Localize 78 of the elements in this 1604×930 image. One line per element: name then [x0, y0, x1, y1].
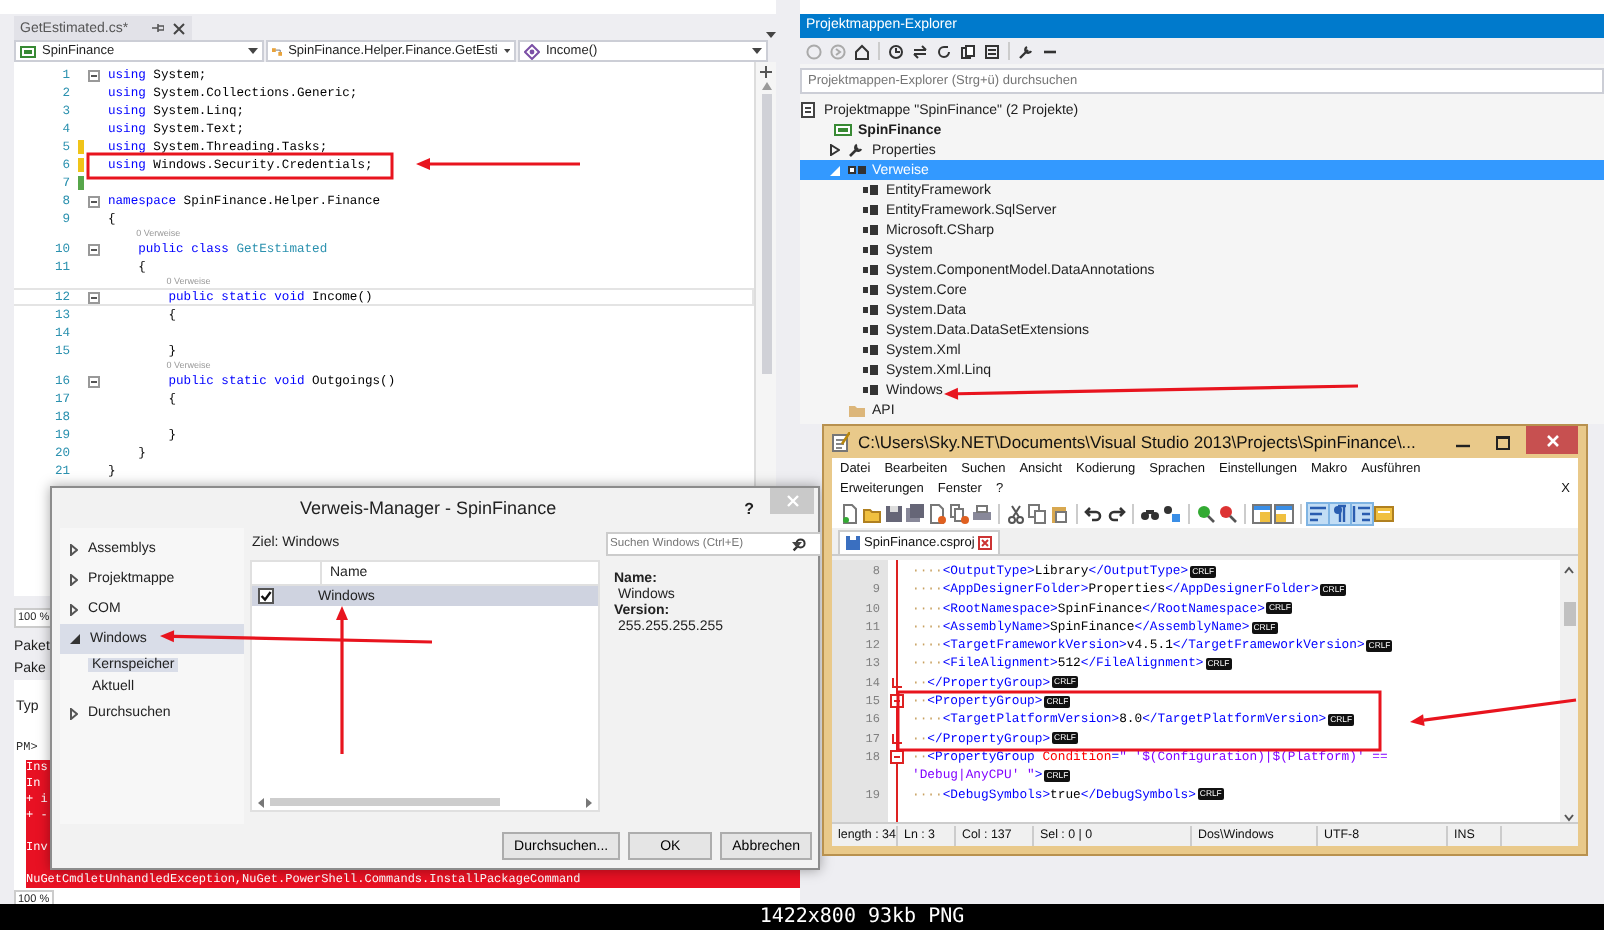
expanded-icon[interactable] [70, 634, 80, 644]
scrollbar-thumb[interactable] [1563, 602, 1575, 626]
close-icon[interactable] [172, 21, 187, 35]
reference-icon [862, 362, 880, 378]
split-icon[interactable] [760, 66, 772, 78]
reference-icon [862, 302, 880, 318]
expand-icon[interactable] [70, 573, 78, 585]
floppy-icon [846, 536, 860, 550]
collapse-icon[interactable] [88, 243, 100, 255]
scroll-left-icon[interactable] [258, 797, 264, 807]
close-files-icon[interactable] [950, 503, 970, 523]
pin-icon[interactable] [152, 22, 165, 34]
word-wrap-icon[interactable] [1308, 503, 1328, 523]
sync-horizontal-icon[interactable] [1274, 503, 1294, 523]
reference-icon [862, 222, 880, 238]
project-icon [834, 122, 852, 138]
new-file-icon[interactable] [840, 503, 860, 523]
document-map-icon[interactable] [1374, 503, 1394, 523]
copy-icon[interactable] [960, 43, 976, 59]
floppy-icon[interactable] [884, 503, 904, 523]
help-button[interactable]: ? [744, 499, 754, 517]
reference-icon [862, 182, 880, 198]
collapse-icon[interactable] [88, 291, 100, 303]
scroll-up-icon[interactable] [1564, 566, 1574, 574]
dialog-title: Verweis-Manager - SpinFinance [298, 498, 559, 518]
checkbox[interactable] [258, 588, 274, 604]
reference-icon [862, 322, 880, 338]
zoom-in-icon[interactable] [1196, 503, 1216, 523]
home-icon[interactable] [854, 43, 870, 59]
collapse-icon[interactable] [88, 195, 100, 207]
maximize-icon [1495, 435, 1509, 449]
clock-icon[interactable] [888, 43, 904, 59]
reference-icon [862, 382, 880, 398]
floppy-stack-icon[interactable] [906, 503, 926, 523]
expand-icon[interactable] [70, 543, 78, 555]
reference-icon [862, 242, 880, 258]
printer-icon[interactable] [972, 503, 992, 523]
scrollbar-thumb[interactable] [761, 94, 771, 374]
sync-icon[interactable] [912, 43, 928, 59]
find-replace-icon[interactable] [1162, 503, 1182, 523]
redo-icon[interactable] [1106, 503, 1126, 523]
reference-icon [862, 342, 880, 358]
show-files-icon[interactable] [984, 43, 1000, 59]
reference-icon [862, 202, 880, 218]
scroll-down-icon[interactable] [1564, 814, 1574, 822]
image-caption: 1422x800 93kb PNG [759, 906, 965, 928]
search-icon[interactable] [792, 537, 806, 551]
wrench-icon [848, 142, 866, 158]
expand-icon[interactable] [70, 707, 78, 719]
folder-icon[interactable] [862, 503, 882, 523]
expand-icon[interactable] [70, 603, 78, 615]
close-icon [785, 494, 799, 508]
window-title: C:\Users\Sky.NET\Documents\Visual Studio 2013\Projects\SpinFinance\... [858, 432, 1418, 452]
sync-vertical-icon[interactable] [1252, 503, 1272, 523]
class-icon [272, 43, 283, 59]
expand-icon[interactable] [830, 144, 840, 156]
close-icon [1545, 433, 1559, 447]
notepad-icon [832, 432, 850, 452]
collapse-icon[interactable] [88, 375, 100, 387]
scroll-right-icon[interactable] [586, 797, 592, 807]
project-icon [20, 43, 36, 59]
refresh-icon[interactable] [936, 43, 952, 59]
clipboard-icon[interactable] [1050, 503, 1070, 523]
collapse-icon[interactable] [88, 69, 100, 81]
pilcrow-icon[interactable] [1330, 503, 1350, 523]
close-button[interactable] [1526, 426, 1578, 454]
wrench-icon[interactable] [1018, 43, 1034, 59]
folder-icon [848, 402, 866, 418]
reference-icon [862, 262, 880, 278]
reference-icon [862, 282, 880, 298]
undo-icon[interactable] [1084, 503, 1104, 523]
indent-guide-icon[interactable] [1352, 503, 1372, 523]
references-icon [848, 162, 866, 178]
zoom-out-icon[interactable] [1218, 503, 1238, 523]
collapse-icon[interactable] [890, 750, 904, 765]
close-icon[interactable] [978, 536, 993, 550]
close-file-icon[interactable] [928, 503, 948, 523]
scissors-icon[interactable] [1006, 503, 1026, 523]
